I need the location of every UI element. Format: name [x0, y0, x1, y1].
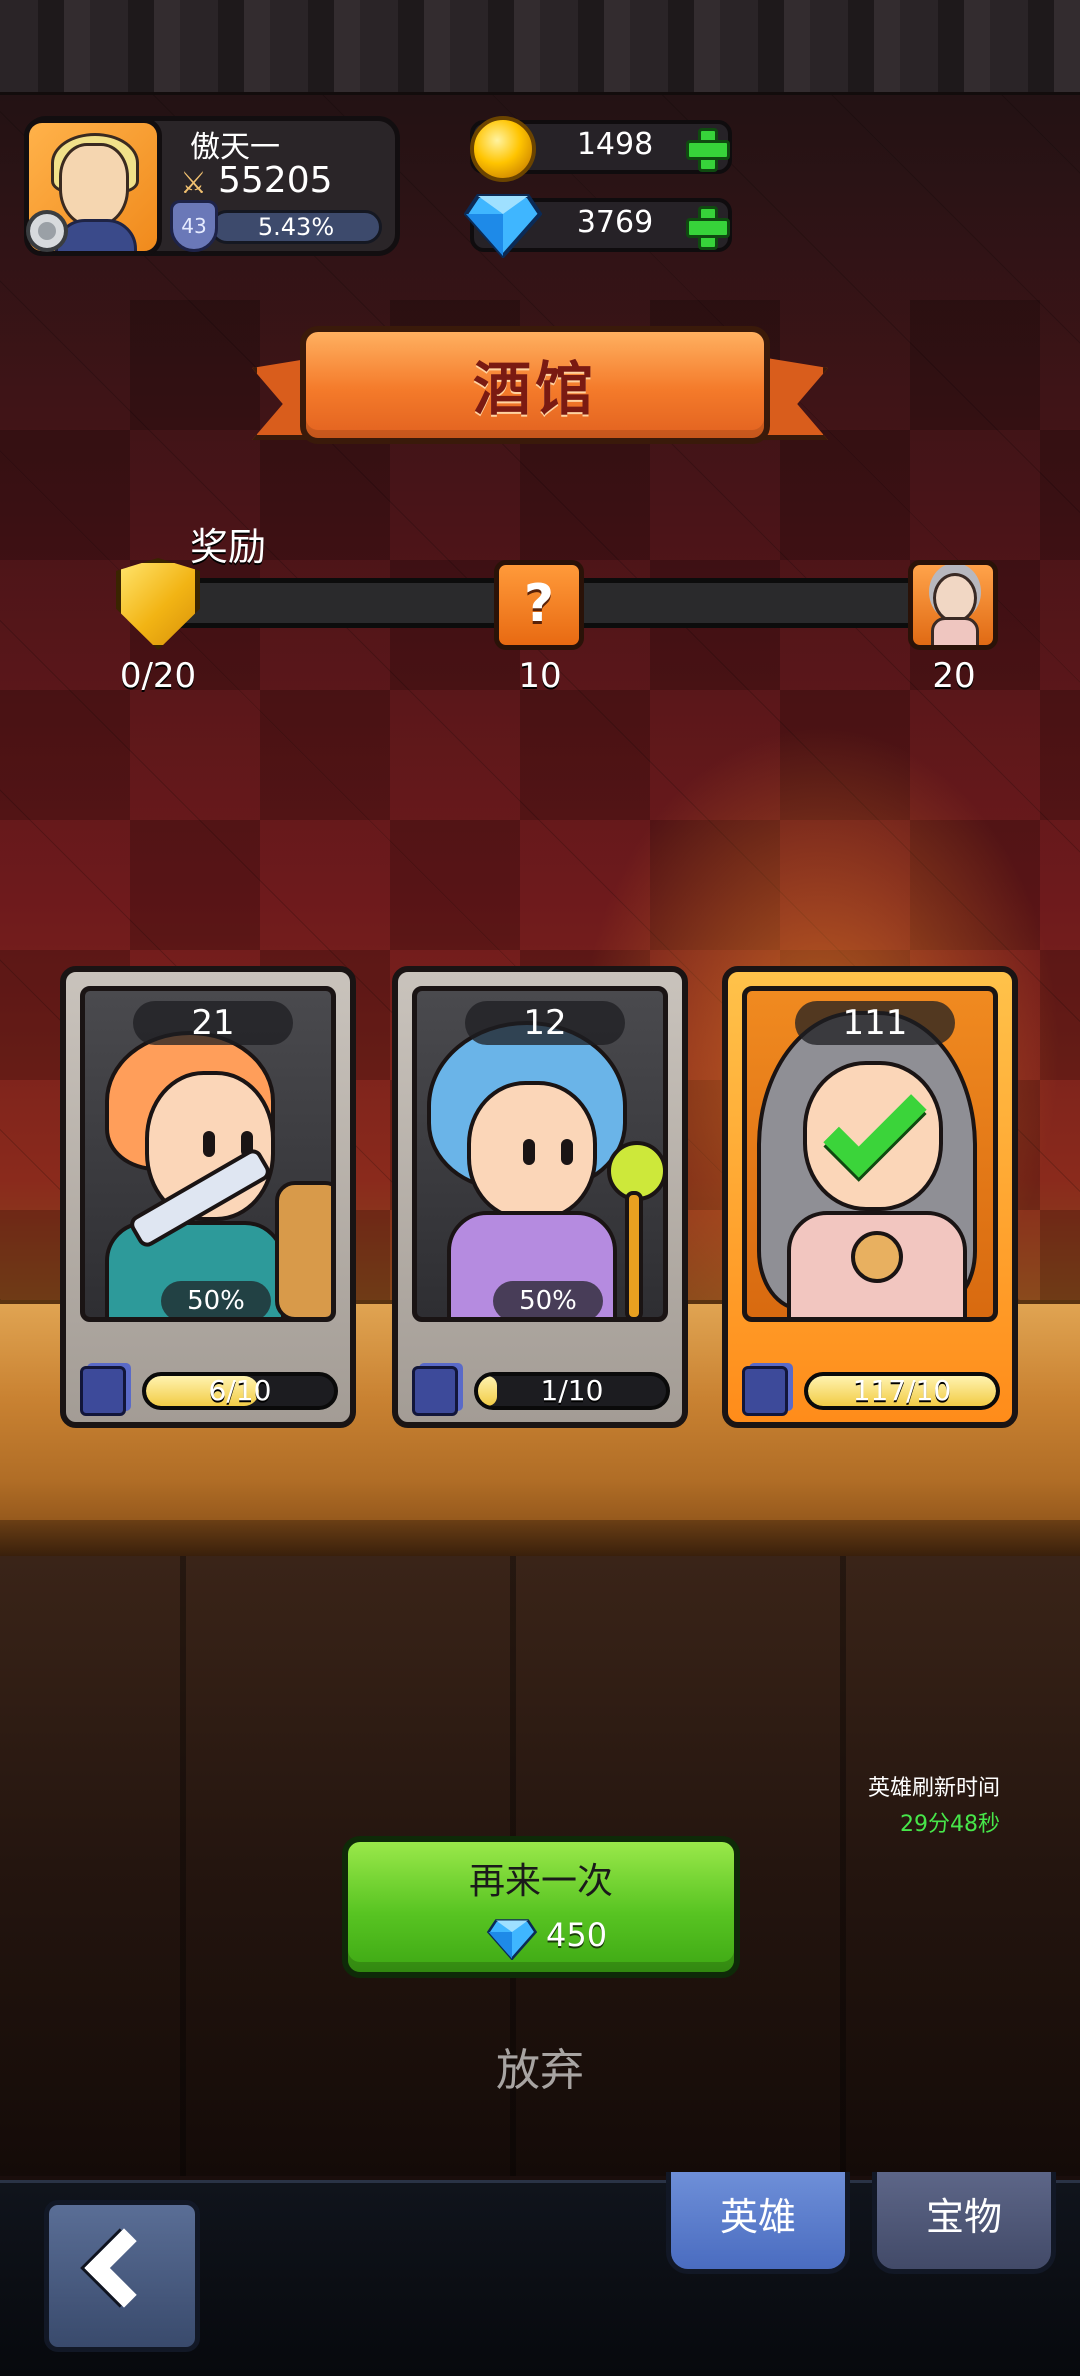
gem-value: 3769 [576, 205, 654, 240]
hero-card-2[interactable]: 12 50% 1/10 [392, 966, 688, 1428]
xp-text: 5.43% [257, 213, 335, 241]
card-count: 6/10 [208, 1374, 272, 1407]
card-count: 117/10 [852, 1374, 952, 1407]
card-percent: 50% [161, 1281, 271, 1317]
card-percent: 50% [493, 1281, 603, 1317]
tab-treasure[interactable]: 宝物 [872, 2172, 1056, 2274]
card-icon [80, 1366, 126, 1416]
hero-portrait: 21 50% [80, 986, 336, 1322]
gem-icon [464, 194, 542, 258]
swords-icon: ⚔ [180, 166, 207, 201]
hero-card-3-selected[interactable]: 111 117/10 [722, 966, 1018, 1428]
gear-icon[interactable] [26, 210, 68, 252]
hero-portrait: 12 50% [412, 986, 668, 1322]
add-gold-plus-icon[interactable] [684, 126, 730, 172]
top-stone-strip [0, 0, 1080, 95]
coin-icon [470, 116, 536, 182]
card-count: 1/10 [540, 1374, 604, 1407]
card-level: 111 [795, 1001, 955, 1045]
reward-label: 奖励 [190, 525, 267, 569]
hero-portrait: 111 [742, 986, 998, 1322]
reward-progress: 0/20 [119, 656, 197, 696]
player-power: 55205 [218, 160, 333, 201]
milestone-10: 10 [518, 656, 562, 696]
abandon-button[interactable]: 放弃 [440, 2034, 640, 2098]
card-icon [412, 1366, 458, 1416]
card-level: 21 [133, 1001, 293, 1045]
gold-value: 1498 [576, 127, 654, 162]
tab-heroes[interactable]: 英雄 [666, 2172, 850, 2274]
card-level: 12 [465, 1001, 625, 1045]
milestone-20: 20 [932, 656, 976, 696]
table-edge [0, 1520, 1080, 1556]
roll-again-label: 再来一次 [468, 1861, 613, 1902]
mystery-reward-icon[interactable]: ? [494, 560, 584, 650]
hero-reward-icon[interactable] [908, 560, 998, 650]
roll-again-cost: 450 [546, 1916, 608, 1954]
card-icon [742, 1366, 788, 1416]
gem-icon [486, 1919, 538, 1960]
hero-card-1[interactable]: 21 50% 6/10 [60, 966, 356, 1428]
add-gem-plus-icon[interactable] [684, 204, 730, 250]
refresh-label: 英雄刷新时间 [867, 1776, 1000, 1801]
page-title: 酒馆 [472, 355, 597, 423]
refresh-timer: 29分48秒 [900, 1812, 1000, 1837]
